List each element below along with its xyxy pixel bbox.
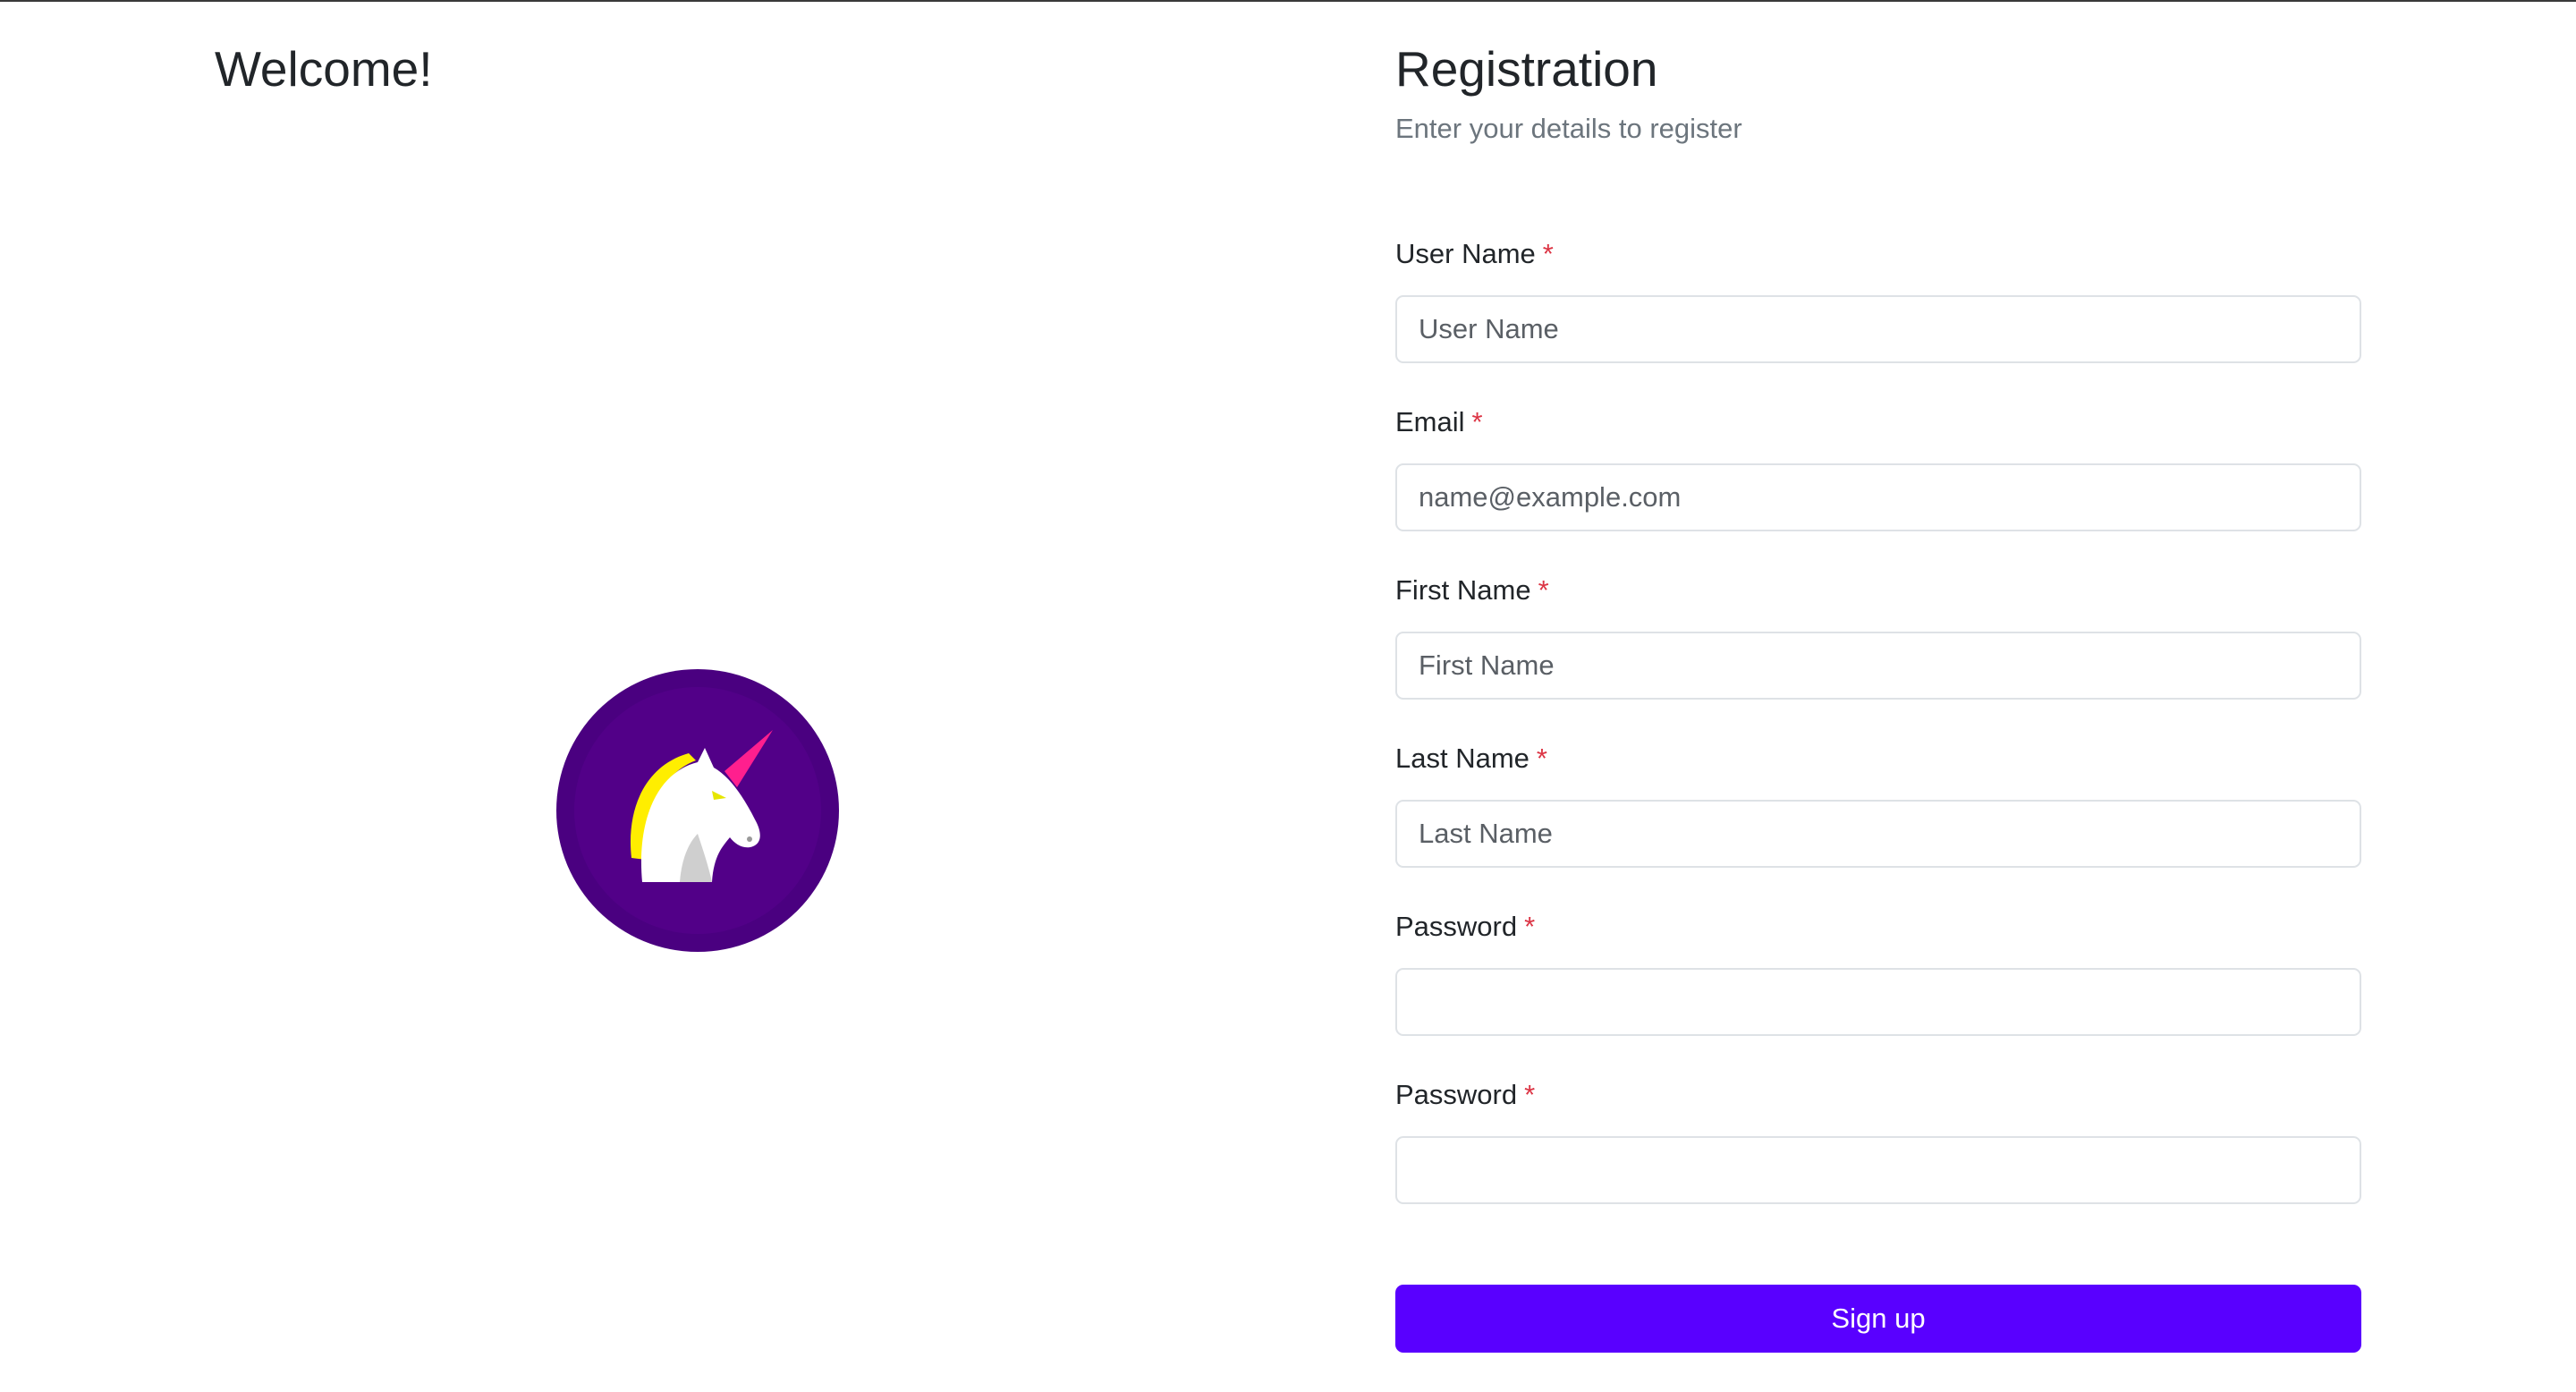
confirm-password-label: Password *	[1395, 1077, 2361, 1113]
required-marker: *	[1538, 574, 1549, 606]
email-field-group: Email *	[1395, 404, 2361, 531]
sign-up-button[interactable]: Sign up	[1395, 1285, 2361, 1353]
required-marker: *	[1524, 1079, 1536, 1110]
username-label-text: User Name	[1395, 238, 1536, 269]
username-field-group: User Name *	[1395, 236, 2361, 363]
confirm-password-input[interactable]	[1395, 1136, 2361, 1204]
welcome-title: Welcome!	[215, 41, 433, 97]
confirm-password-field-group: Password *	[1395, 1077, 2361, 1204]
email-input[interactable]	[1395, 463, 2361, 531]
password-label: Password *	[1395, 909, 2361, 945]
username-label: User Name *	[1395, 236, 2361, 272]
unicorn-logo-icon	[555, 667, 841, 954]
registration-title: Registration	[1395, 41, 1658, 97]
required-marker: *	[1536, 743, 1547, 774]
password-field-group: Password *	[1395, 909, 2361, 1036]
registration-subtitle: Enter your details to register	[1395, 113, 1742, 144]
required-marker: *	[1542, 238, 1554, 269]
first-name-label: First Name *	[1395, 573, 2361, 608]
top-divider	[0, 0, 2576, 2]
password-label-text: Password	[1395, 911, 1518, 942]
last-name-input[interactable]	[1395, 800, 2361, 868]
first-name-field-group: First Name *	[1395, 573, 2361, 700]
required-marker: *	[1471, 406, 1483, 437]
username-input[interactable]	[1395, 295, 2361, 363]
last-name-field-group: Last Name *	[1395, 741, 2361, 868]
confirm-password-label-text: Password	[1395, 1079, 1518, 1110]
email-label: Email *	[1395, 404, 2361, 440]
first-name-label-text: First Name	[1395, 574, 1531, 606]
password-input[interactable]	[1395, 968, 2361, 1036]
last-name-label: Last Name *	[1395, 741, 2361, 777]
last-name-label-text: Last Name	[1395, 743, 1530, 774]
required-marker: *	[1524, 911, 1536, 942]
email-label-text: Email	[1395, 406, 1465, 437]
first-name-input[interactable]	[1395, 632, 2361, 700]
